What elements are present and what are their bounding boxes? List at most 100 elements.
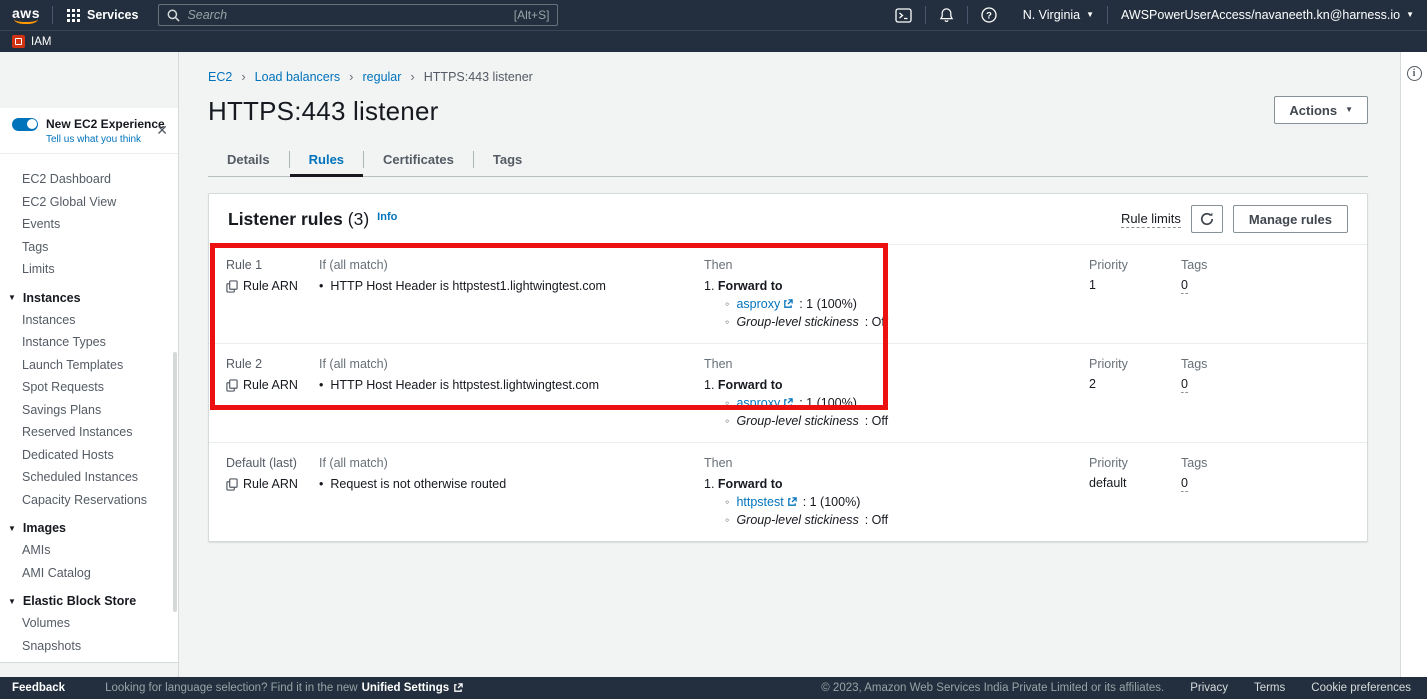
target-group-name: httpstest xyxy=(736,494,783,511)
sidebar-section-images[interactable]: ▼ Images xyxy=(0,511,178,539)
sidebar-item-launch-templates[interactable]: Launch Templates xyxy=(0,354,178,377)
then-action-label: Forward to xyxy=(718,378,783,392)
sidebar-item-capacity-reservations[interactable]: Capacity Reservations xyxy=(0,489,178,512)
sidebar-item-amis[interactable]: AMIs xyxy=(0,539,178,562)
terms-link[interactable]: Terms xyxy=(1254,682,1285,694)
then-index: 1. xyxy=(704,378,714,392)
rule-arn-copy[interactable]: Rule ARN xyxy=(226,378,319,392)
target-group-link[interactable]: asproxy xyxy=(736,296,793,313)
then-action-label: Forward to xyxy=(718,279,783,293)
tab-certificates[interactable]: Certificates xyxy=(364,146,473,176)
sidebar-item-volumes[interactable]: Volumes xyxy=(0,612,178,635)
new-experience-toggle[interactable] xyxy=(12,118,38,131)
sidebar-item-reserved-instances[interactable]: Reserved Instances xyxy=(0,421,178,444)
svg-text:?: ? xyxy=(986,10,992,21)
listener-rules-panel: Listener rules (3) Info Rule limits Mana… xyxy=(208,193,1368,542)
search-input[interactable] xyxy=(187,8,506,22)
target-weight: : 1 (100%) xyxy=(803,494,861,511)
tags-count-link[interactable]: 0 xyxy=(1181,278,1188,294)
tab-tags[interactable]: Tags xyxy=(474,146,541,176)
sidebar-item-instances[interactable]: Instances xyxy=(0,309,178,332)
sidebar-scrollbar[interactable] xyxy=(173,352,177,612)
breadcrumb-load-balancers[interactable]: Load balancers xyxy=(255,70,340,84)
breadcrumb-regular[interactable]: regular xyxy=(363,70,402,84)
refresh-button[interactable] xyxy=(1191,205,1223,233)
favorite-iam-link[interactable]: IAM xyxy=(0,35,63,48)
page-title: HTTPS:443 listener xyxy=(208,96,438,127)
panel-title: Listener rules xyxy=(228,209,343,230)
close-icon[interactable]: ✕ xyxy=(156,122,168,139)
info-panel-icon[interactable]: i xyxy=(1407,66,1422,81)
services-menu-button[interactable]: Services xyxy=(53,0,152,30)
region-selector[interactable]: N. Virginia ▼ xyxy=(1010,0,1107,30)
sidebar-item-ec2-dashboard[interactable]: EC2 Dashboard xyxy=(0,168,178,191)
feedback-link[interactable]: Tell us what you think xyxy=(46,134,168,145)
breadcrumb: EC2 › Load balancers › regular › HTTPS:4… xyxy=(179,52,1400,84)
rule-limits-link[interactable]: Rule limits xyxy=(1121,211,1181,228)
help-button[interactable]: ? xyxy=(968,0,1010,30)
app-grid-icon xyxy=(67,9,80,22)
sidebar-item-limits[interactable]: Limits xyxy=(0,258,178,281)
help-panel-strip: i xyxy=(1400,52,1427,677)
triangle-down-icon: ▼ xyxy=(8,597,16,606)
stickiness-label: Group-level stickiness xyxy=(736,413,858,430)
rule-arn-copy[interactable]: Rule ARN xyxy=(226,279,319,293)
section-label: Instances xyxy=(23,291,81,305)
sidebar-item-spot-requests[interactable]: Spot Requests xyxy=(0,376,178,399)
external-link-icon xyxy=(453,683,463,693)
external-link-icon xyxy=(783,398,793,408)
sidebar-item-snapshots[interactable]: Snapshots xyxy=(0,635,178,658)
external-link-icon xyxy=(787,497,797,507)
cloudshell-button[interactable] xyxy=(882,0,925,30)
main-content: EC2 › Load balancers › regular › HTTPS:4… xyxy=(179,52,1400,677)
actions-button[interactable]: Actions ▼ xyxy=(1274,96,1368,124)
section-label: Images xyxy=(23,521,66,535)
tags-count-link[interactable]: 0 xyxy=(1181,377,1188,393)
privacy-link[interactable]: Privacy xyxy=(1190,682,1228,694)
rule-condition: HTTP Host Header is httpstest.lightwingt… xyxy=(319,377,704,393)
sidebar-bottom-strip xyxy=(0,662,178,677)
iam-service-icon xyxy=(12,35,25,48)
target-group-link[interactable]: asproxy xyxy=(736,395,793,412)
notifications-bell-button[interactable] xyxy=(926,0,967,30)
target-group-link[interactable]: httpstest xyxy=(736,494,796,511)
tab-details[interactable]: Details xyxy=(208,146,289,176)
rule-arn-label: Rule ARN xyxy=(243,279,298,293)
stickiness-label: Group-level stickiness xyxy=(736,512,858,529)
ec2-sidebar: New EC2 Experience Tell us what you thin… xyxy=(0,52,179,677)
column-tags-label: Tags xyxy=(1181,258,1367,272)
forward-target: httpstest : 1 (100%) xyxy=(725,494,1089,511)
sidebar-item-savings-plans[interactable]: Savings Plans xyxy=(0,399,178,422)
sidebar-item-scheduled-instances[interactable]: Scheduled Instances xyxy=(0,466,178,489)
aws-logo-text: aws xyxy=(12,7,40,19)
rule-arn-copy[interactable]: Rule ARN xyxy=(226,477,319,491)
rule-name: Rule 1 xyxy=(226,258,319,272)
stickiness-row: Group-level stickiness: Off xyxy=(725,314,1089,331)
feedback-link[interactable]: Feedback xyxy=(12,682,65,694)
info-link[interactable]: Info xyxy=(377,211,397,223)
cookie-preferences-link[interactable]: Cookie preferences xyxy=(1311,682,1411,694)
forward-target: asproxy : 1 (100%) xyxy=(725,395,1089,412)
target-group-name: asproxy xyxy=(736,395,780,412)
chevron-down-icon: ▼ xyxy=(1406,11,1414,19)
sidebar-item-ami-catalog[interactable]: AMI Catalog xyxy=(0,562,178,585)
tab-rules[interactable]: Rules xyxy=(290,146,363,176)
sidebar-item-ec2-global-view[interactable]: EC2 Global View xyxy=(0,191,178,214)
sidebar-item-instance-types[interactable]: Instance Types xyxy=(0,331,178,354)
stickiness-value: : Off xyxy=(865,413,888,430)
column-priority-label: Priority xyxy=(1089,357,1181,371)
sidebar-item-events[interactable]: Events xyxy=(0,213,178,236)
breadcrumb-ec2[interactable]: EC2 xyxy=(208,70,232,84)
search-icon xyxy=(167,9,180,22)
column-priority-label: Priority xyxy=(1089,456,1181,470)
sidebar-section-ebs[interactable]: ▼ Elastic Block Store xyxy=(0,584,178,612)
sidebar-section-instances[interactable]: ▼ Instances xyxy=(0,281,178,309)
unified-settings-link[interactable]: Unified Settings xyxy=(362,682,450,694)
manage-rules-button[interactable]: Manage rules xyxy=(1233,205,1348,233)
global-search[interactable]: [Alt+S] xyxy=(158,4,558,26)
aws-logo[interactable]: aws xyxy=(0,7,52,24)
account-menu[interactable]: AWSPowerUserAccess/navaneeth.kn@harness.… xyxy=(1108,0,1427,30)
tags-count-link[interactable]: 0 xyxy=(1181,476,1188,492)
sidebar-item-dedicated-hosts[interactable]: Dedicated Hosts xyxy=(0,444,178,467)
sidebar-item-tags[interactable]: Tags xyxy=(0,236,178,259)
